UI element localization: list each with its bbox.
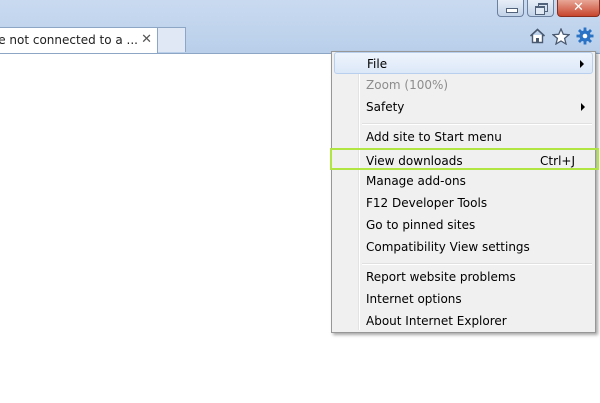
command-icons — [528, 27, 594, 45]
tab-close-icon[interactable]: ✕ — [141, 28, 152, 52]
menu-item-label: Compatibility View settings — [366, 240, 530, 254]
tab-title-text: u're not connected to a ... — [0, 33, 138, 47]
menu-separator — [362, 263, 592, 265]
menu-item-shortcut: Ctrl+J — [540, 154, 575, 168]
menu-item-manage-addons[interactable]: Manage add-ons — [334, 170, 593, 192]
gear-icon[interactable] — [576, 27, 594, 45]
menu-item-label: Manage add-ons — [366, 174, 466, 188]
menu-item-report-problems[interactable]: Report website problems — [334, 266, 593, 288]
menu-item-label: Report website problems — [366, 270, 516, 284]
close-icon: ✕ — [573, 0, 584, 15]
menu-item-internet-options[interactable]: Internet options — [334, 288, 593, 310]
submenu-arrow-icon — [581, 103, 585, 111]
submenu-arrow-icon — [580, 60, 584, 68]
menu-separator — [362, 123, 592, 125]
menu-item-compatibility-view[interactable]: Compatibility View settings — [334, 236, 593, 258]
menu-item-label: Zoom (100%) — [366, 78, 449, 92]
menu-item-label: F12 Developer Tools — [366, 196, 488, 210]
restore-button[interactable] — [527, 0, 554, 17]
menu-item-label: About Internet Explorer — [366, 314, 507, 328]
star-icon[interactable] — [552, 27, 570, 45]
menu-item-label: View downloads — [366, 154, 463, 168]
close-button[interactable]: ✕ — [557, 0, 600, 17]
tab-title: u're not connected to a ... — [0, 28, 138, 52]
menu-item-pinned-sites[interactable]: Go to pinned sites — [334, 214, 593, 236]
restore-icon-back — [535, 6, 545, 15]
menu-item-label: Go to pinned sites — [366, 218, 476, 232]
title-bar: ✕ u're not connected to a ... ✕ — [0, 0, 600, 54]
window-controls: ✕ — [494, 0, 600, 17]
menu-item-zoom[interactable]: Zoom (100%) — [334, 74, 593, 96]
home-icon[interactable] — [528, 27, 546, 45]
minimize-button[interactable] — [497, 0, 524, 17]
menu-item-f12-tools[interactable]: F12 Developer Tools — [334, 192, 593, 214]
menu-item-label: File — [367, 57, 388, 71]
menu-item-file[interactable]: File — [334, 52, 593, 74]
menu-item-add-site[interactable]: Add site to Start menu — [334, 126, 593, 148]
menu-item-label: Safety — [366, 100, 405, 114]
menu-item-safety[interactable]: Safety — [334, 96, 593, 118]
menu-item-label: Internet options — [366, 292, 462, 306]
browser-window: ✕ u're not connected to a ... ✕ — [0, 0, 600, 403]
new-tab-button[interactable] — [158, 27, 186, 52]
minimize-icon — [506, 8, 518, 13]
menu-item-view-downloads[interactable]: View downloads Ctrl+J — [330, 148, 599, 170]
browser-tab[interactable]: u're not connected to a ... ✕ — [0, 27, 158, 53]
menu-item-about-ie[interactable]: About Internet Explorer — [334, 310, 593, 332]
tools-menu: File Zoom (100%) Safety Add site to Star… — [330, 51, 599, 333]
menu-item-label: Add site to Start menu — [366, 130, 502, 144]
